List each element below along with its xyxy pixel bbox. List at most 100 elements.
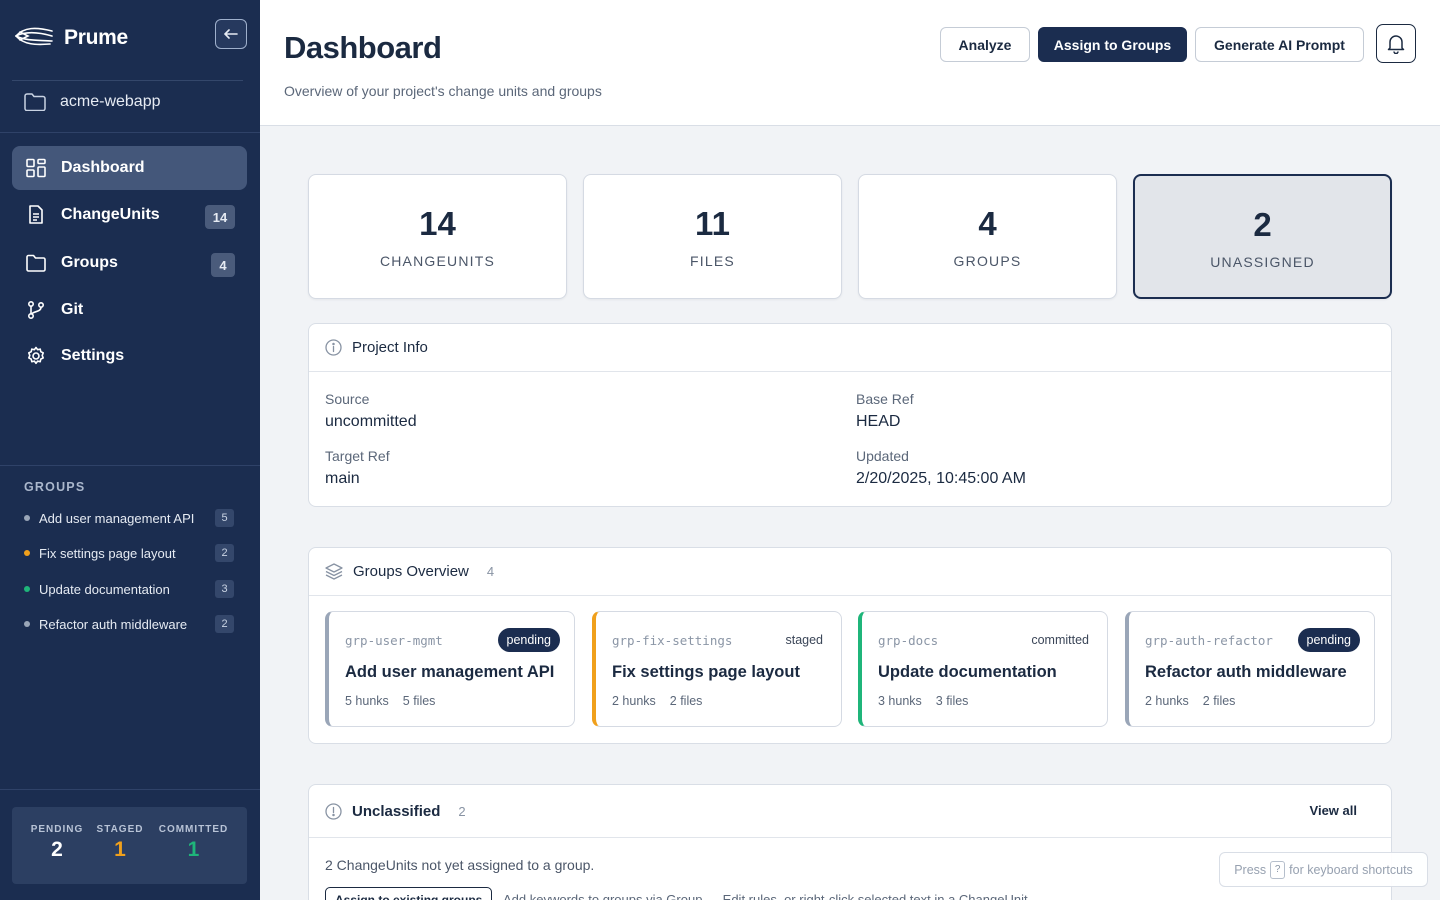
stat-label: GROUPS [953, 253, 1022, 269]
stat-value: 11 [695, 205, 730, 242]
generate-ai-prompt-button[interactable]: Generate AI Prompt [1195, 27, 1364, 62]
view-all-link[interactable]: View all [1310, 803, 1357, 818]
nav-dashboard[interactable]: Dashboard [12, 146, 247, 190]
status-dot [24, 515, 30, 521]
nav-settings[interactable]: Settings [12, 334, 247, 378]
group-card[interactable]: grp-user-mgmt pending Add user managemen… [325, 611, 575, 727]
stat-card-files[interactable]: 11 FILES [583, 174, 842, 299]
info-target-ref: Target Ref main [325, 448, 390, 487]
nav-groups[interactable]: Groups 4 [12, 241, 247, 285]
status-badge: staged [785, 633, 823, 647]
app-name: Prume [64, 26, 128, 49]
project-info-panel: Project Info Source uncommitted Base Ref… [308, 323, 1392, 507]
unclassified-message: 2 ChangeUnits not yet assigned to a grou… [325, 857, 595, 873]
sidebar-group-item[interactable]: Update documentation 3 [24, 578, 234, 600]
info-icon [325, 339, 342, 356]
panel-header: Unclassified 2 View all [309, 785, 1391, 838]
groups-overview-panel: Groups Overview 4 grp-user-mgmt pending … [308, 547, 1392, 744]
folder-icon [24, 93, 46, 111]
count-label: 4 [486, 564, 495, 579]
group-name: Update documentation [878, 663, 1057, 681]
nav-changeunits[interactable]: ChangeUnits 14 [12, 193, 247, 237]
group-name: Add user management API [345, 663, 555, 681]
stat-card-groups[interactable]: 4 GROUPS [858, 174, 1117, 299]
group-id: grp-auth-refactor [1145, 633, 1273, 648]
nav-git[interactable]: Git [12, 288, 247, 332]
git-branch-icon [27, 300, 45, 320]
assign-to-groups-button[interactable]: Assign to Groups [1038, 27, 1187, 62]
panel-title: Groups Overview [353, 563, 469, 580]
status-dot [24, 586, 30, 592]
project-name: acme-webapp [60, 93, 161, 110]
group-meta: 2 hunks 2 files [612, 694, 703, 708]
sidebar-groups-heading: GROUPS [24, 480, 86, 494]
group-label: Fix settings page layout [39, 545, 176, 561]
info-base-ref: Base Ref HEAD [856, 391, 914, 430]
sidebar: Prume acme-webapp Dashboard ChangeUnits … [0, 0, 260, 900]
layers-icon [325, 563, 343, 580]
stat-card-changeunits[interactable]: 14 CHANGEUNITS [308, 174, 567, 299]
group-id: grp-fix-settings [612, 633, 733, 648]
group-label: Update documentation [39, 581, 170, 597]
status-badge: pending [1297, 628, 1360, 652]
group-meta: 2 hunks 2 files [1145, 694, 1236, 708]
page-header: Dashboard Overview of your project's cha… [260, 0, 1440, 126]
group-label: Refactor auth middleware [39, 616, 188, 632]
stat-label: FILES [690, 253, 735, 269]
divider [0, 465, 260, 466]
panel-title: Project Info [352, 339, 428, 356]
divider [0, 132, 260, 133]
group-id: grp-user-mgmt [345, 633, 443, 648]
count-label: 2 [458, 803, 466, 819]
count-badge: 5 [215, 509, 234, 527]
status-dot [24, 621, 30, 627]
group-card[interactable]: grp-fix-settings staged Fix settings pag… [592, 611, 842, 727]
status-summary: PENDING 2 STAGED 1 COMMITTED 1 [12, 807, 247, 884]
group-meta: 3 hunks 3 files [878, 694, 969, 708]
group-meta: 5 hunks 5 files [345, 694, 436, 708]
group-id: grp-docs [878, 633, 939, 648]
group-card[interactable]: grp-auth-refactor pending Refactor auth … [1125, 611, 1375, 727]
status-staged: STAGED 1 [96, 824, 144, 861]
page-subtitle: Overview of your project's change units … [284, 83, 602, 99]
assign-existing-groups-button[interactable]: Assign to existing groups [325, 887, 493, 900]
alert-circle-icon [325, 802, 342, 820]
arrow-left-icon [224, 29, 238, 39]
stat-label: UNASSIGNED [1210, 254, 1315, 270]
brand[interactable]: Prume [14, 20, 128, 56]
status-badge: committed [1031, 633, 1089, 647]
project-selector[interactable]: acme-webapp [24, 93, 161, 111]
stat-value: 14 [419, 205, 456, 242]
nav-label: ChangeUnits [61, 206, 160, 223]
count-badge: 4 [211, 253, 235, 277]
stat-card-unassigned[interactable]: 2 UNASSIGNED [1133, 174, 1392, 299]
nav-label: Settings [61, 347, 125, 364]
panel-header: Groups Overview 4 [309, 548, 1391, 596]
stat-value: 4 [978, 205, 997, 242]
status-badge: pending [497, 628, 560, 652]
nav-label: Git [61, 301, 84, 318]
count-badge: 3 [215, 580, 234, 598]
sidebar-group-item[interactable]: Refactor auth middleware 2 [24, 613, 234, 635]
divider [0, 789, 260, 790]
page-title: Dashboard [284, 30, 442, 65]
stat-label: CHANGEUNITS [379, 253, 496, 269]
dashboard-icon [26, 158, 46, 178]
sidebar-group-item[interactable]: Add user management API 5 [24, 507, 234, 529]
gear-icon [28, 346, 44, 365]
count-badge: 2 [215, 544, 234, 562]
notifications-button[interactable] [1376, 24, 1416, 63]
document-icon [29, 205, 43, 224]
group-name: Refactor auth middleware [1145, 663, 1347, 681]
group-card[interactable]: grp-docs committed Update documentation … [858, 611, 1108, 727]
collapse-sidebar-button[interactable] [215, 19, 247, 49]
analyze-button[interactable]: Analyze [940, 27, 1030, 62]
bell-icon [1387, 34, 1405, 54]
sidebar-group-item[interactable]: Fix settings page layout 2 [24, 542, 234, 564]
count-badge: 14 [205, 205, 235, 229]
count-badge: 2 [215, 615, 234, 633]
status-committed: COMMITTED 1 [158, 824, 229, 861]
panel-header: Project Info [309, 324, 1391, 372]
stat-value: 2 [1253, 206, 1272, 243]
panel-title: Unclassified [352, 802, 441, 820]
